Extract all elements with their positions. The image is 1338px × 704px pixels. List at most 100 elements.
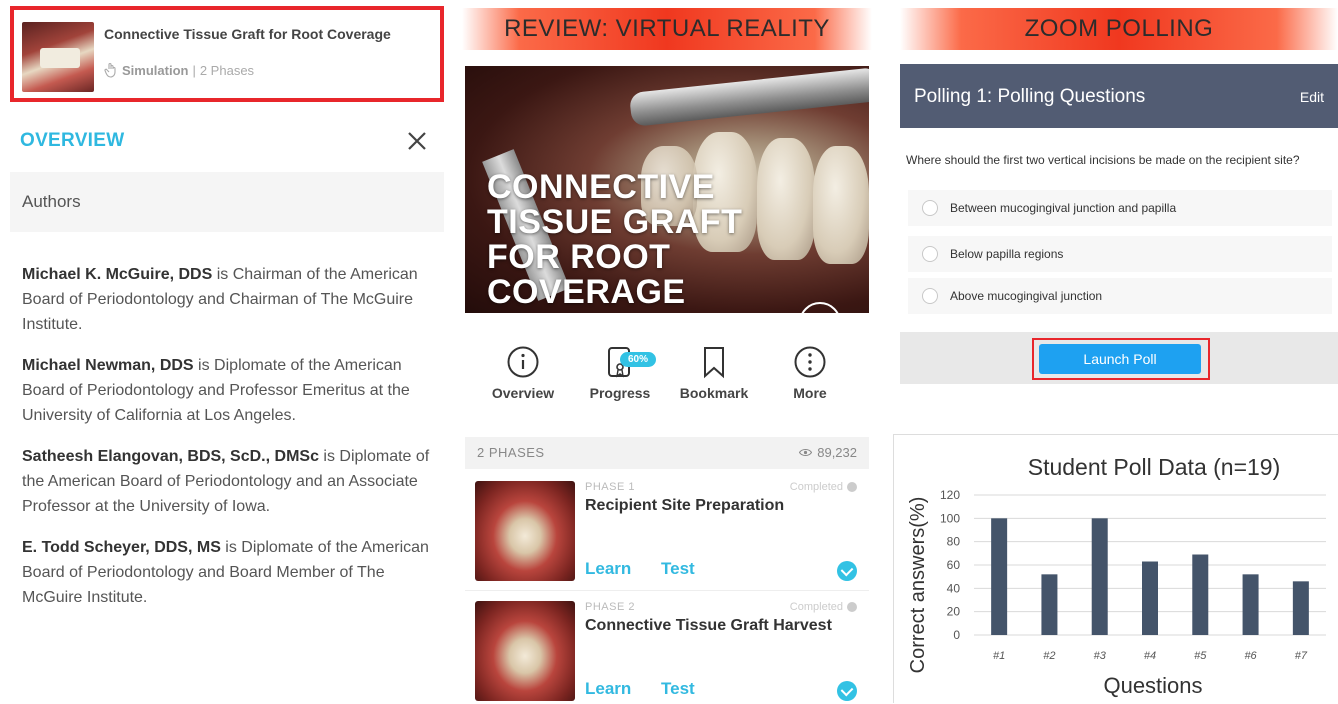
poll-header: Polling 1: Polling Questions Edit	[900, 64, 1338, 128]
simulation-hero-image[interactable]: CONNECTIVE TISSUE GRAFT FOR ROOT COVERAG…	[465, 66, 869, 313]
poll-option[interactable]: Below papilla regions	[908, 236, 1332, 272]
phase-status: Completed	[790, 481, 857, 493]
test-link[interactable]: Test	[661, 559, 695, 579]
phase-status-text: Completed	[789, 481, 843, 493]
authors-label: Authors	[22, 192, 81, 211]
close-icon[interactable]	[404, 128, 430, 154]
check-icon	[847, 482, 857, 492]
eye-icon	[799, 448, 813, 457]
y-tick-label: 0	[953, 628, 960, 642]
divider	[465, 590, 869, 591]
x-tick-label: #3	[1094, 650, 1107, 662]
bar-chart: Student Poll Data (n=19) Questions Corre…	[907, 454, 1326, 698]
edit-button[interactable]: Edit	[1300, 89, 1324, 105]
hero-title: CONNECTIVE TISSUE GRAFT FOR ROOT COVERAG…	[487, 168, 743, 311]
phases-header: 2 PHASES 89,232	[465, 437, 869, 469]
course-overview-panel: Connective Tissue Graft for Root Coverag…	[0, 0, 450, 703]
bar	[991, 518, 1008, 635]
phases-count: 2 PHASES	[477, 445, 545, 460]
chart-y-axis-label: Correct answers(%)	[907, 497, 929, 674]
bar	[1292, 581, 1309, 635]
y-tick-label: 40	[947, 581, 961, 595]
bar	[1242, 574, 1259, 635]
poll-option-label: Below papilla regions	[950, 247, 1064, 261]
author-bios: Michael K. McGuire, DDS is Chairman of t…	[22, 262, 442, 626]
more-button[interactable]: More	[765, 345, 855, 401]
poll-option[interactable]: Between mucogingival junction and papill…	[908, 190, 1332, 226]
vr-review-banner: REVIEW: VIRTUAL REALITY	[462, 8, 872, 50]
poll-title: Polling 1: Polling Questions	[914, 86, 1146, 107]
phase-item[interactable]: PHASE 2 Completed Connective Tissue Graf…	[465, 601, 869, 703]
author-bio: E. Todd Scheyer, DDS, MS is Diplomate of…	[22, 535, 442, 610]
x-tick-label: #1	[993, 650, 1005, 662]
author-name: Michael Newman, DDS	[22, 357, 194, 374]
course-kind: Simulation	[122, 62, 189, 78]
phase-number: PHASE 1	[585, 481, 635, 493]
radio-button[interactable]	[922, 200, 938, 216]
learn-link[interactable]: Learn	[585, 679, 631, 699]
bar	[1192, 554, 1209, 635]
dental-instrument-graphic	[628, 67, 869, 127]
bar	[1142, 561, 1158, 635]
tooth-graphic	[757, 138, 815, 260]
y-tick-label: 120	[940, 488, 960, 502]
author-name: Satheesh Elangovan, BDS, ScD., DMSc	[22, 448, 319, 465]
course-phase-count: 2 Phases	[199, 62, 255, 78]
course-meta: Simulation | 2 Phases	[104, 62, 254, 78]
overview-button[interactable]: Overview	[478, 345, 568, 401]
test-link[interactable]: Test	[661, 679, 695, 699]
course-thumbnail	[22, 22, 94, 92]
view-count-value: 89,232	[817, 445, 857, 460]
author-bio: Michael K. McGuire, DDS is Chairman of t…	[22, 262, 442, 337]
progress-badge: 60%	[620, 352, 656, 367]
hand-icon	[104, 62, 116, 78]
learn-link[interactable]: Learn	[585, 559, 631, 579]
phase-status: Completed	[790, 601, 857, 613]
x-tick-label: #5	[1194, 650, 1207, 662]
zoom-polling-banner: ZOOM POLLING	[900, 8, 1338, 50]
phase-item[interactable]: PHASE 1 Completed Recipient Site Prepara…	[465, 481, 869, 593]
x-tick-label: #7	[1295, 650, 1308, 662]
tooth-graphic	[813, 146, 869, 264]
x-tick-label: #6	[1244, 650, 1257, 662]
author-name: Michael K. McGuire, DDS	[22, 266, 213, 283]
overview-title: OVERVIEW	[20, 130, 125, 151]
bar	[1041, 574, 1058, 635]
poll-option-label: Above mucogingival junction	[950, 289, 1103, 303]
more-label: More	[793, 385, 827, 401]
course-header[interactable]: Connective Tissue Graft for Root Coverag…	[10, 6, 444, 102]
radio-button[interactable]	[922, 288, 938, 304]
poll-results-chart: Student Poll Data (n=19) Questions Corre…	[893, 434, 1338, 703]
poll-option[interactable]: Above mucogingival junction	[908, 278, 1332, 314]
course-title: Connective Tissue Graft for Root Coverag…	[104, 26, 391, 42]
launch-poll-button[interactable]: Launch Poll	[1039, 344, 1201, 374]
phase-thumbnail	[475, 481, 575, 581]
zoom-poll-card: Polling 1: Polling Questions Edit Where …	[900, 64, 1338, 384]
phase-number: PHASE 2	[585, 601, 635, 613]
progress-label: Progress	[589, 385, 651, 401]
chart-x-axis-label: Questions	[1103, 673, 1202, 698]
bookmark-button[interactable]: Bookmark	[669, 345, 759, 401]
info-icon	[507, 346, 539, 378]
x-tick-label: #2	[1043, 650, 1055, 662]
author-bio: Satheesh Elangovan, BDS, ScD., DMSc is D…	[22, 444, 442, 519]
phase-thumbnail	[475, 601, 575, 701]
download-icon[interactable]	[837, 561, 857, 581]
play-circle-icon[interactable]	[799, 302, 841, 313]
x-tick-label: #4	[1144, 650, 1156, 662]
more-icon	[794, 346, 826, 378]
bar	[1091, 518, 1108, 635]
course-actions: Overview Progress Bookmark More	[465, 345, 869, 425]
overview-label: Overview	[491, 385, 555, 401]
y-tick-label: 80	[947, 535, 961, 549]
poll-question: Where should the first two vertical inci…	[906, 153, 1300, 167]
download-icon[interactable]	[837, 681, 857, 701]
chart-title: Student Poll Data (n=19)	[1028, 454, 1281, 480]
meta-separator: |	[192, 62, 196, 78]
launch-bar: Launch Poll	[900, 332, 1338, 384]
phase-name: Recipient Site Preparation	[585, 497, 785, 514]
bookmark-icon	[704, 347, 724, 379]
check-icon	[847, 602, 857, 612]
phase-name: Connective Tissue Graft Harvest	[585, 617, 832, 634]
radio-button[interactable]	[922, 246, 938, 262]
